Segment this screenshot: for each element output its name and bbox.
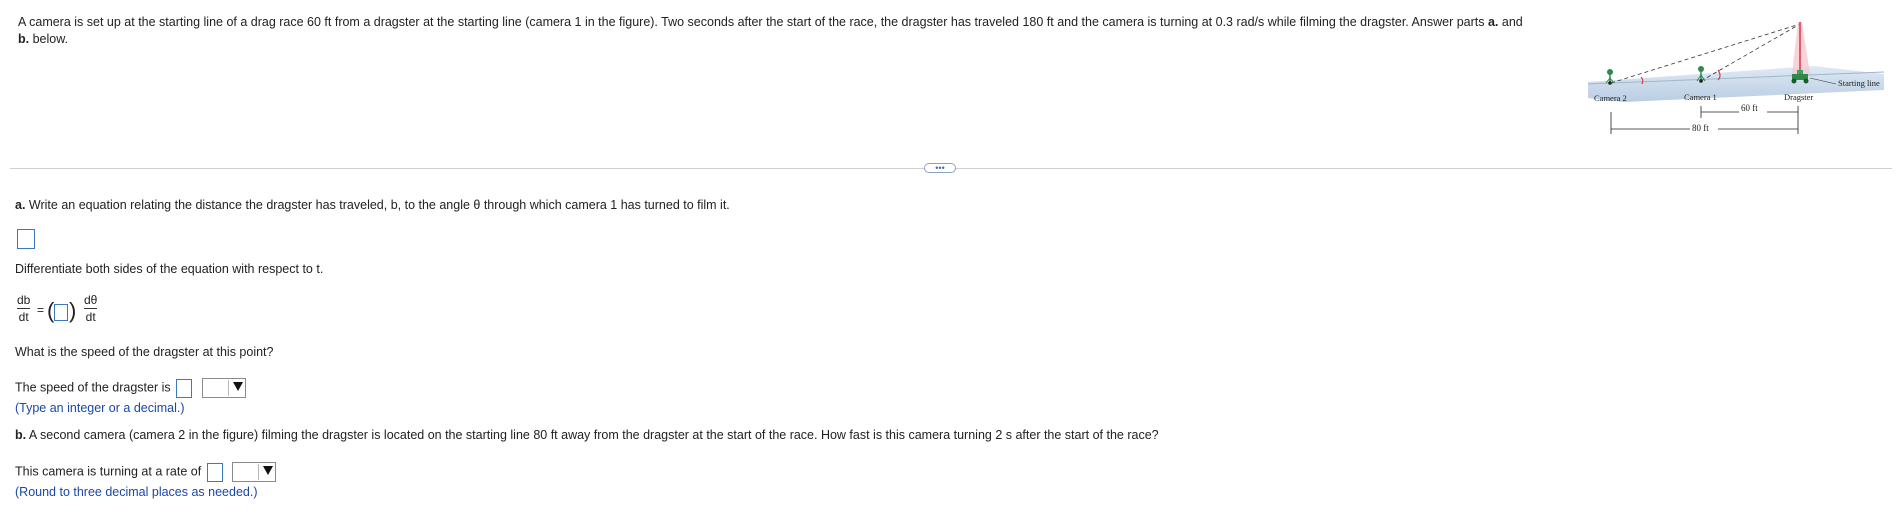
part-b-question-text: A second camera (camera 2 in the figure)…: [26, 428, 1159, 442]
rate-unit-select[interactable]: [232, 462, 277, 482]
problem-statement: A camera is set up at the starting line …: [18, 14, 1578, 48]
close-paren: ): [69, 298, 77, 323]
rate-prefix: This camera is turning at a rate of: [15, 464, 202, 479]
part-a-question-text: Write an equation relating the distance …: [25, 198, 730, 212]
problem-text: A camera is set up at the starting line …: [18, 15, 1488, 29]
dragster-label: Dragster: [1784, 92, 1813, 102]
rate-answer-row: This camera is turning at a rate of: [15, 462, 277, 482]
drag-race-figure: Camera 2 Camera 1 Dragster Starting line…: [1587, 22, 1885, 134]
camera1-label: Camera 1: [1684, 92, 1717, 102]
part-b-ref: b.: [18, 32, 30, 46]
dt-denominator: dt: [18, 310, 29, 324]
speed-answer-row: The speed of the dragster is: [15, 378, 246, 398]
part-a-question: a. Write an equation relating the distan…: [15, 198, 730, 212]
problem-text-end: below.: [29, 32, 69, 46]
speed-hint: (Type an integer or a decimal.): [15, 401, 185, 415]
dtheta-dt-fraction: dθ dt: [84, 293, 98, 324]
equation-answer-box[interactable]: [17, 229, 35, 249]
part-a-ref: a.: [1487, 15, 1499, 29]
equals-sign: =: [37, 303, 45, 317]
dimension-80ft: 80 ft: [1610, 112, 1798, 134]
speed-question: What is the speed of the dragster at thi…: [15, 345, 274, 359]
derivative-answer-box[interactable]: [54, 304, 68, 321]
camera2-label: Camera 2: [1594, 93, 1627, 103]
part-b-question: b. A second camera (camera 2 in the figu…: [15, 428, 1159, 442]
dist-80-label: 80 ft: [1692, 123, 1709, 133]
part-b-label: b.: [15, 428, 27, 442]
part-a-label: a.: [15, 198, 26, 212]
dt-denominator-2: dt: [85, 310, 96, 324]
dropdown-arrow-icon: [232, 382, 243, 391]
differentiate-instruction: Differentiate both sides of the equation…: [15, 262, 324, 276]
dragster-path: [1792, 22, 1810, 74]
dtheta-numerator: dθ: [84, 293, 98, 307]
dropdown-arrow-icon: [263, 466, 274, 475]
rate-input[interactable]: [206, 462, 223, 482]
speed-unit-select[interactable]: [201, 378, 246, 398]
dist-60-label: 60 ft: [1741, 103, 1758, 113]
problem-text-and: and: [1498, 15, 1523, 29]
starting-line-label: Starting line: [1838, 78, 1880, 88]
db-numerator: db: [17, 293, 31, 307]
speed-prefix: The speed of the dragster is: [15, 380, 171, 395]
expand-button[interactable]: •••: [924, 163, 956, 173]
rate-hint: (Round to three decimal places as needed…: [15, 485, 258, 499]
db-dt-fraction: db dt: [17, 293, 31, 324]
speed-input[interactable]: [176, 378, 193, 398]
